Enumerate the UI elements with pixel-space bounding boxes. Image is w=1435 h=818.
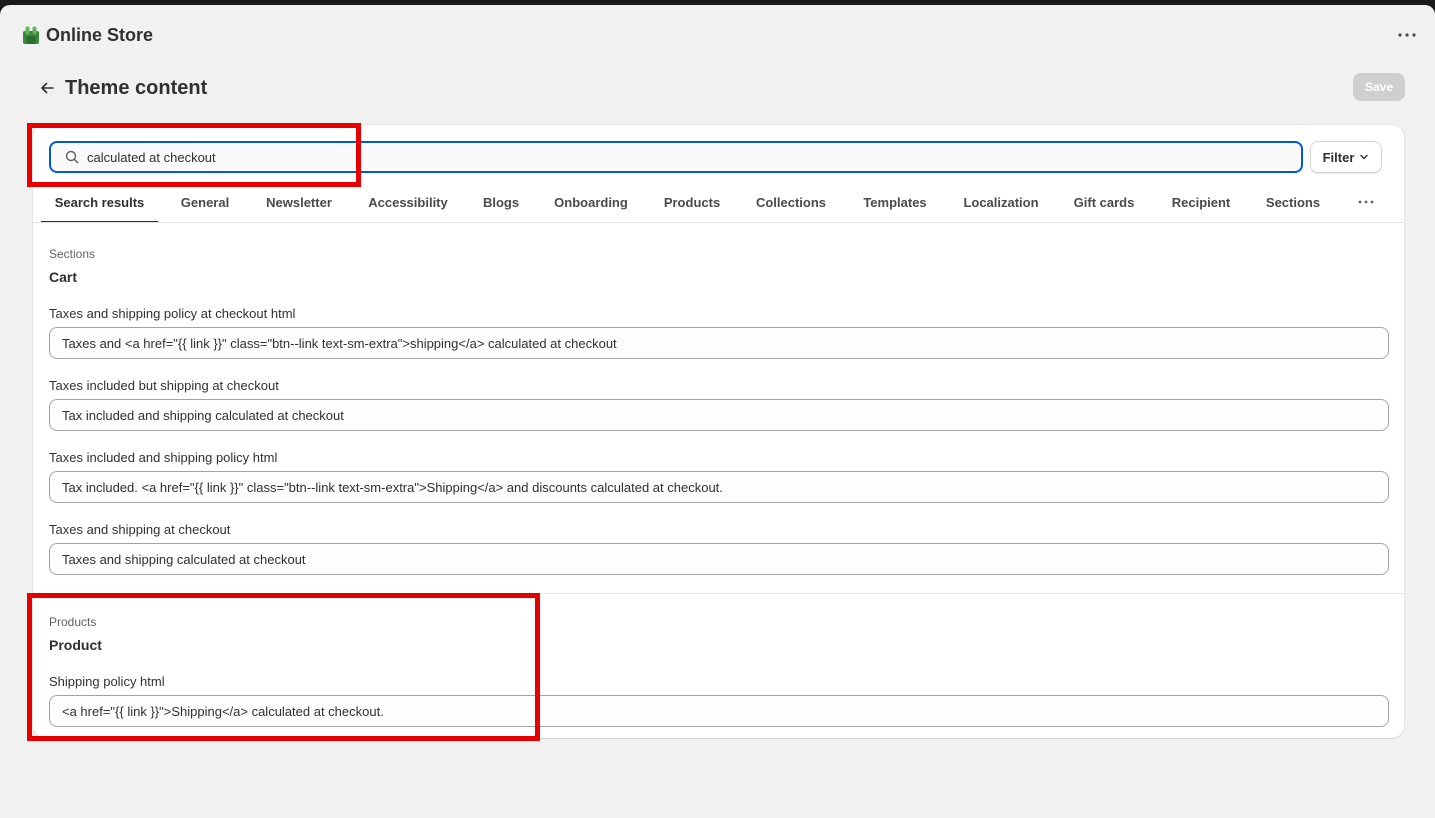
ellipsis-horizontal-icon <box>1358 200 1374 204</box>
group-caption: Products <box>49 615 97 629</box>
field-label: Shipping policy html <box>49 674 165 689</box>
field-label: Taxes and shipping at checkout <box>49 522 231 537</box>
tab-localization[interactable]: Localization <box>952 182 1050 222</box>
tabs-divider <box>33 222 1404 223</box>
filter-label: Filter <box>1322 149 1355 165</box>
tab-templates[interactable]: Templates <box>848 182 942 222</box>
tab-bar: Search results General Newsletter Access… <box>41 182 1396 223</box>
app-title: Online Store <box>46 25 154 45</box>
field-input[interactable] <box>49 695 1389 727</box>
app-more-button[interactable] <box>1395 27 1419 43</box>
tab-general[interactable]: General <box>168 182 242 222</box>
search-field[interactable] <box>49 141 1303 173</box>
app-window: Online Store Theme content Save Filter <box>0 5 1435 818</box>
group-caption: Sections <box>49 247 96 261</box>
arrow-left-icon <box>41 82 54 94</box>
field-input[interactable] <box>49 471 1389 503</box>
field-label: Taxes included but shipping at checkout <box>49 378 279 393</box>
top-bar: Online Store <box>0 5 1435 61</box>
tab-recipient[interactable]: Recipient <box>1158 182 1244 222</box>
tab-gift-cards[interactable]: Gift cards <box>1060 182 1148 222</box>
filter-button[interactable]: Filter <box>1310 141 1382 173</box>
ellipsis-horizontal-icon <box>1398 33 1416 37</box>
tab-sections[interactable]: Sections <box>1254 182 1332 222</box>
page-title: Theme content <box>65 77 208 99</box>
tab-products[interactable]: Products <box>650 182 734 222</box>
group-title: Product <box>49 637 102 653</box>
field-input[interactable] <box>49 399 1389 431</box>
tab-blogs[interactable]: Blogs <box>470 182 532 222</box>
shopify-bag-icon <box>23 26 39 44</box>
field-input[interactable] <box>49 543 1389 575</box>
tab-onboarding[interactable]: Onboarding <box>542 182 640 222</box>
field-input[interactable] <box>49 327 1389 359</box>
tab-more-button[interactable] <box>1342 182 1390 222</box>
theme-content-card: Filter Search results General Newsletter… <box>33 125 1404 738</box>
tab-search-results[interactable]: Search results <box>41 182 158 223</box>
section-divider <box>33 593 1404 594</box>
field-label: Taxes included and shipping policy html <box>49 450 278 465</box>
search-icon <box>65 150 79 164</box>
field-label: Taxes and shipping policy at checkout ht… <box>49 306 296 321</box>
group-title: Cart <box>49 269 78 285</box>
save-button[interactable]: Save <box>1353 73 1405 101</box>
tab-collections[interactable]: Collections <box>744 182 838 222</box>
chevron-down-icon <box>1360 154 1369 160</box>
back-button[interactable] <box>36 77 58 99</box>
search-input[interactable] <box>87 146 1287 168</box>
tab-accessibility[interactable]: Accessibility <box>356 182 460 222</box>
tab-newsletter[interactable]: Newsletter <box>252 182 346 222</box>
